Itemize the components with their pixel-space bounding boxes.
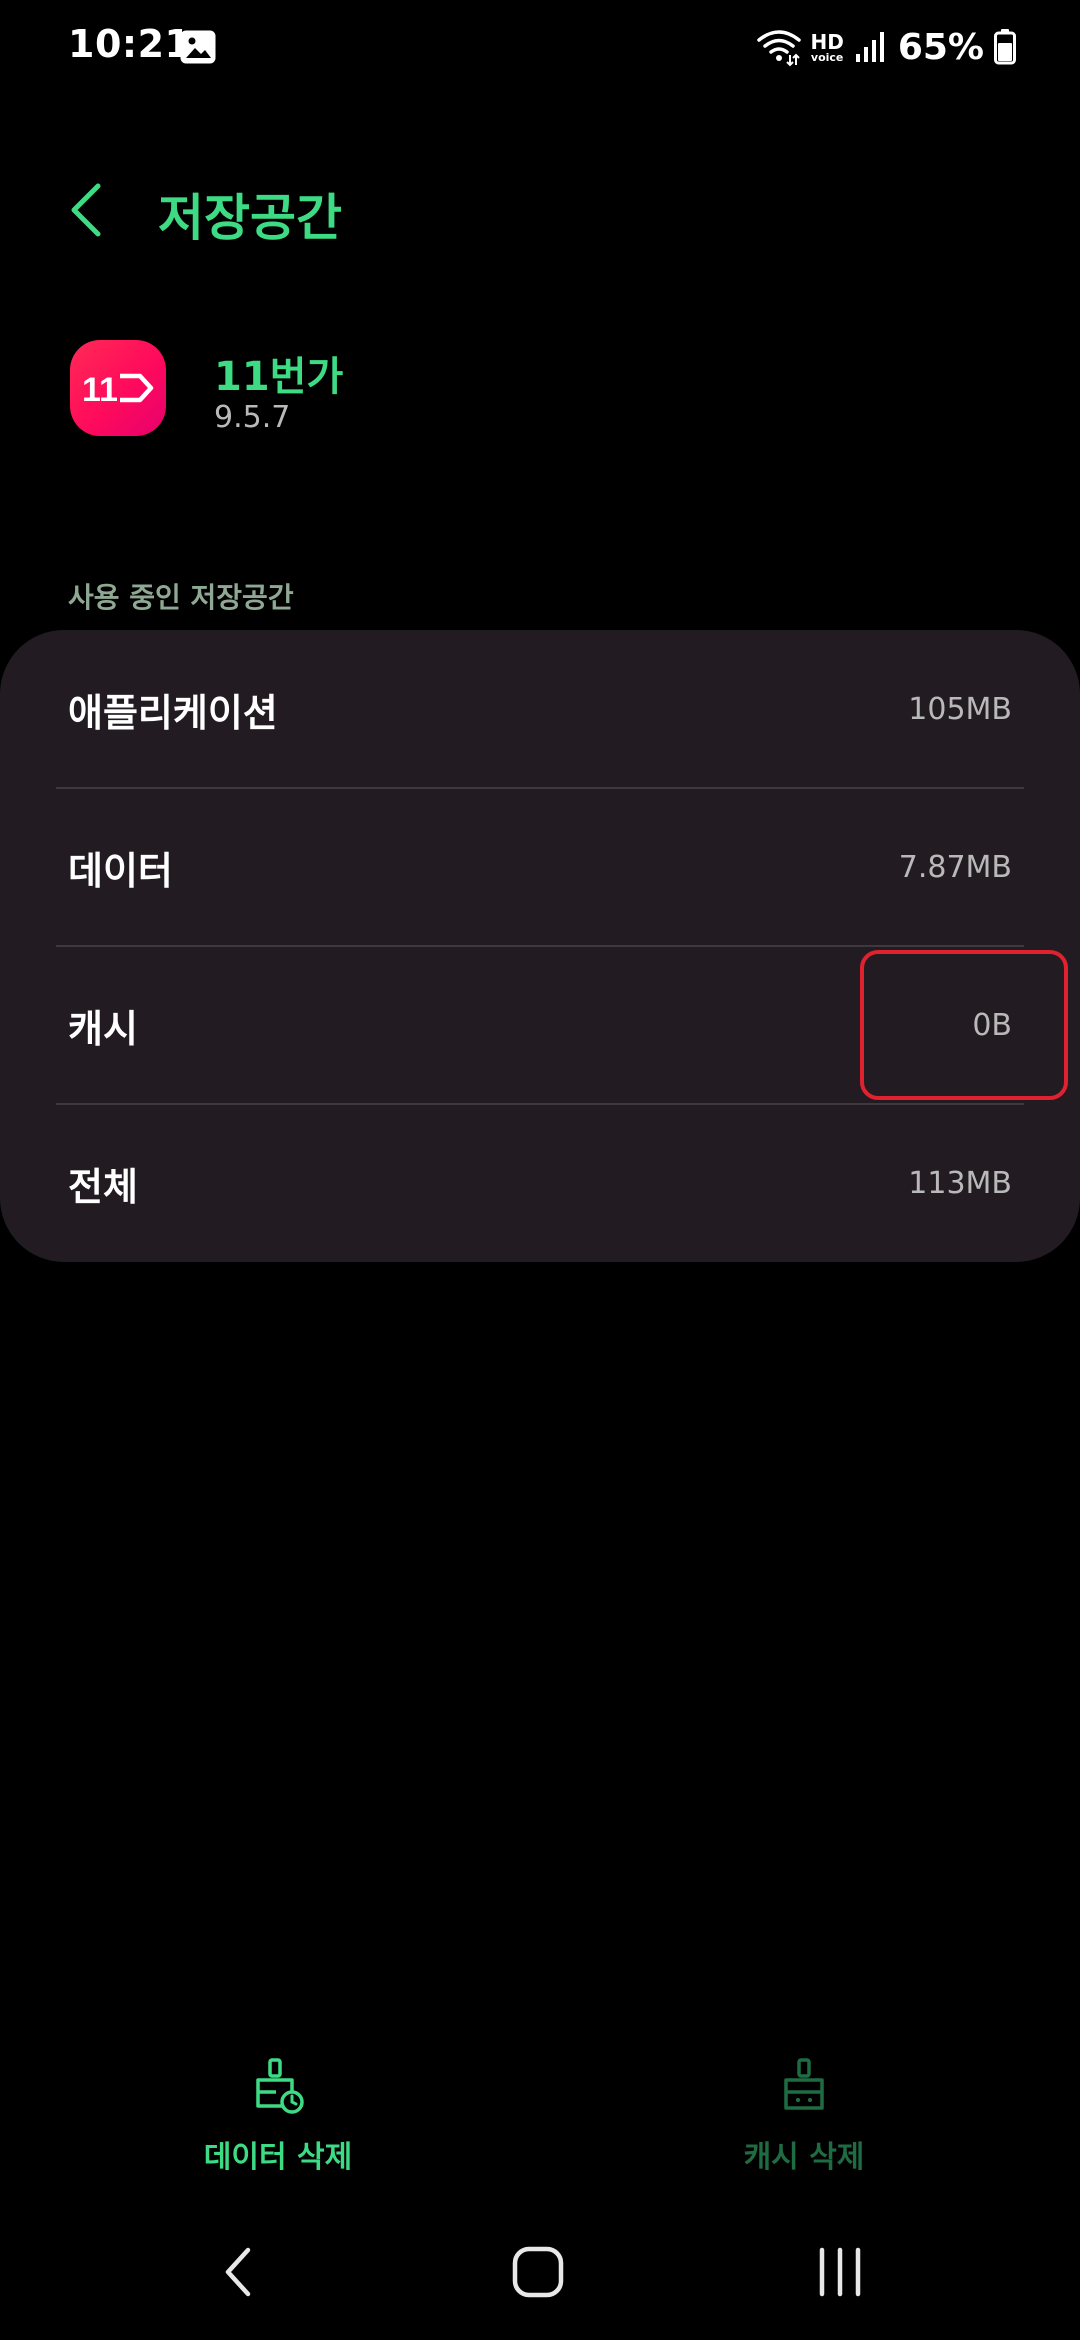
status-time: 10:21	[68, 22, 192, 66]
back-button[interactable]	[62, 180, 112, 240]
row-label: 데이터	[68, 848, 173, 893]
broom-icon	[784, 2058, 824, 2110]
voice-label: voice	[810, 50, 844, 64]
page-title: 저장공간	[158, 189, 342, 247]
nav-home-icon[interactable]	[510, 2244, 566, 2300]
status-bar: 10:21 HD voice 65%	[0, 0, 1080, 100]
clear-data-button[interactable]: 데이터 삭제	[128, 2056, 428, 2186]
broom-icon	[256, 2058, 304, 2114]
row-value: 113MB	[908, 1165, 1012, 1201]
section-label-storage-in-use: 사용 중인 저장공간	[68, 581, 294, 614]
nav-back-icon[interactable]	[214, 2242, 264, 2302]
storage-row-data: 데이터 7.87MB	[0, 788, 1080, 946]
gallery-notification-icon	[180, 30, 216, 64]
row-label: 캐시	[68, 1006, 138, 1051]
app-icon: 11	[70, 340, 166, 436]
cache-value-highlight	[860, 950, 1068, 1100]
storage-row-application: 애플리케이션 105MB	[0, 630, 1080, 788]
row-value: 7.87MB	[898, 849, 1012, 885]
navigation-bar	[0, 2220, 1080, 2340]
hd-label: HD	[810, 29, 844, 54]
cell-signal-icon	[855, 32, 884, 62]
row-label: 애플리케이션	[68, 690, 278, 735]
storage-screen: 10:21 HD voice 65% 저장공간 11 11번가 9.5.7 사용…	[0, 0, 1080, 2340]
status-indicators: HD voice 65%	[756, 22, 1016, 72]
app-logo-text: 11	[82, 371, 118, 408]
battery-percent: 65%	[897, 26, 984, 68]
clear-cache-button[interactable]: 캐시 삭제	[654, 2056, 954, 2186]
row-value: 105MB	[908, 691, 1012, 727]
row-label: 전체	[68, 1164, 138, 1209]
battery-icon	[994, 29, 1016, 65]
nav-recent-icon[interactable]	[810, 2246, 870, 2298]
app-name: 11번가	[214, 354, 344, 400]
hd-voice-indicator: HD voice	[810, 32, 843, 63]
storage-card: 애플리케이션 105MB 데이터 7.87MB 캐시 0B 전체 113MB	[0, 630, 1080, 1262]
clear-data-label: 데이터 삭제	[203, 2140, 353, 2175]
app-version: 9.5.7	[214, 400, 291, 435]
wifi-icon	[757, 30, 802, 67]
app-logo-icon: 11	[82, 371, 154, 408]
storage-row-total: 전체 113MB	[0, 1104, 1080, 1262]
clear-cache-label: 캐시 삭제	[743, 2140, 865, 2175]
